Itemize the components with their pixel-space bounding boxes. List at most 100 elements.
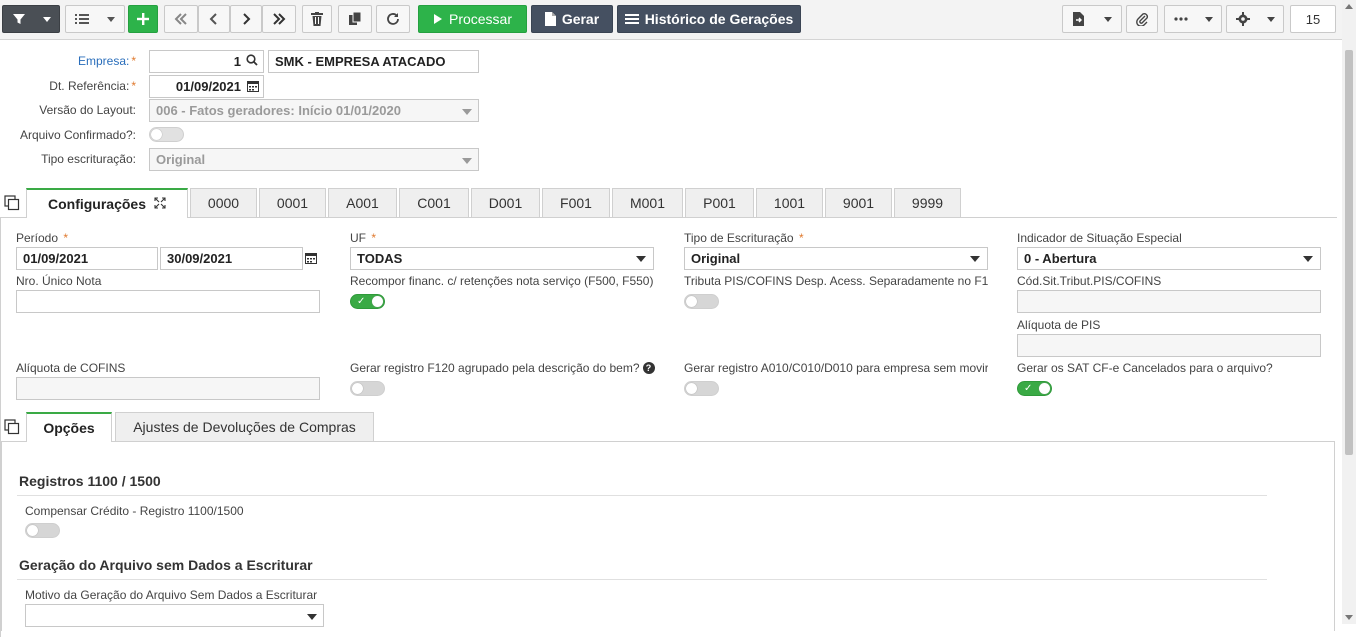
scroll-up-icon[interactable] xyxy=(1345,4,1353,9)
expand-icon[interactable] xyxy=(154,196,166,212)
calendar-icon[interactable] xyxy=(305,252,317,267)
list-icon xyxy=(75,13,89,25)
tab-configuracoes-label: Configurações xyxy=(47,195,146,212)
tab-p001[interactable]: P001 xyxy=(685,188,754,217)
compensar-credito-label: Compensar Crédito - Registro 1100/1500 xyxy=(25,504,244,518)
plus-icon xyxy=(136,12,150,26)
file-icon xyxy=(544,12,556,26)
copy-icon xyxy=(348,12,362,26)
file-export-icon xyxy=(1072,12,1085,26)
list-view-button[interactable] xyxy=(65,5,125,33)
uf-select[interactable]: TODAS xyxy=(350,247,654,270)
tab-9999[interactable]: 9999 xyxy=(894,188,961,217)
aliquota-cofins-label: Alíquota de COFINS xyxy=(16,361,126,375)
tipo-escrituracao-select[interactable]: Original xyxy=(149,148,479,171)
tab-a001[interactable]: A001 xyxy=(328,188,397,217)
periodo-label: Período * xyxy=(16,231,69,245)
toolbar: Processar Gerar Histórico de Gerações 15 xyxy=(0,0,1342,40)
arquivo-confirmado-toggle[interactable] xyxy=(149,127,184,142)
historico-label: Histórico de Gerações xyxy=(644,11,794,27)
check-icon: ✓ xyxy=(357,296,366,307)
gerar-sat-label: Gerar os SAT CF-e Cancelados para o arqu… xyxy=(1017,361,1273,375)
double-chevron-right-icon xyxy=(272,13,286,25)
settings-button[interactable] xyxy=(1226,5,1284,33)
cod-sit-tribut-input[interactable] xyxy=(1017,290,1321,313)
tributa-toggle[interactable] xyxy=(684,294,719,309)
gerar-button[interactable]: Gerar xyxy=(531,5,613,33)
periodo-start-input[interactable]: 01/09/2021 xyxy=(16,247,158,270)
attach-button[interactable] xyxy=(1126,5,1158,33)
gerar-f120-label: Gerar registro F120 agrupado pela descri… xyxy=(350,361,655,375)
ellipsis-icon xyxy=(1173,17,1188,21)
tipo-de-escrituracao-label: Tipo de Escrituração * xyxy=(684,231,804,245)
aliquota-pis-label: Alíquota de PIS xyxy=(1017,318,1101,332)
copy-icon[interactable] xyxy=(4,195,22,213)
tab-9001[interactable]: 9001 xyxy=(825,188,892,217)
chevron-left-icon xyxy=(209,13,219,25)
processar-button[interactable]: Processar xyxy=(418,5,527,33)
recompor-toggle[interactable]: ✓ xyxy=(350,294,385,309)
periodo-end-input[interactable]: 30/09/2021 xyxy=(160,247,303,270)
copy-icon[interactable] xyxy=(4,419,22,437)
tab-m001[interactable]: M001 xyxy=(612,188,683,217)
motivo-geracao-label: Motivo da Geração do Arquivo Sem Dados a… xyxy=(25,588,318,602)
delete-button[interactable] xyxy=(302,5,332,33)
historico-button[interactable]: Histórico de Gerações xyxy=(617,5,801,33)
tab-ajustes-devolucoes[interactable]: Ajustes de Devoluções de Compras xyxy=(115,412,374,441)
gerar-sat-toggle[interactable]: ✓ xyxy=(1017,381,1052,396)
tipo-de-escrituracao-select[interactable]: Original xyxy=(684,247,988,270)
last-record-button[interactable] xyxy=(262,5,296,33)
indicador-situacao-select[interactable]: 0 - Abertura xyxy=(1017,247,1321,270)
aliquota-pis-input[interactable] xyxy=(1017,334,1321,357)
tab-1001[interactable]: 1001 xyxy=(756,188,823,217)
search-icon[interactable] xyxy=(246,54,258,69)
next-record-button[interactable] xyxy=(230,5,262,33)
previous-record-button[interactable] xyxy=(198,5,230,33)
tab-0000[interactable]: 0000 xyxy=(190,188,257,217)
tab-configuracoes[interactable]: Configurações xyxy=(26,188,188,217)
scroll-down-icon[interactable] xyxy=(1345,615,1353,620)
tab-f001[interactable]: F001 xyxy=(542,188,610,217)
chevron-down-icon xyxy=(42,16,51,22)
tab-c001[interactable]: C001 xyxy=(399,188,469,217)
tab-0001[interactable]: 0001 xyxy=(259,188,326,217)
duplicate-button[interactable] xyxy=(338,5,372,33)
arquivo-confirmado-label: Arquivo Confirmado?: xyxy=(19,128,136,142)
divider xyxy=(17,495,1267,496)
refresh-button[interactable] xyxy=(376,5,410,33)
tab-opcoes[interactable]: Opções xyxy=(26,412,112,441)
chevron-right-icon xyxy=(241,13,251,25)
nro-unico-nota-input[interactable] xyxy=(16,290,320,313)
gerar-a010-toggle[interactable] xyxy=(684,381,719,396)
chevron-down-icon xyxy=(1266,16,1275,22)
play-icon xyxy=(433,14,443,24)
vertical-scrollbar[interactable] xyxy=(1342,0,1356,624)
empresa-label[interactable]: Empresa: * xyxy=(78,54,136,68)
calendar-icon[interactable] xyxy=(247,80,259,95)
processar-label: Processar xyxy=(448,11,513,27)
gerar-f120-toggle[interactable] xyxy=(350,381,385,396)
tab-d001[interactable]: D001 xyxy=(471,188,540,217)
export-button[interactable] xyxy=(1062,5,1122,33)
registros-1100-title: Registros 1100 / 1500 xyxy=(19,473,161,489)
uf-label: UF * xyxy=(350,231,377,245)
gear-icon xyxy=(1235,12,1250,26)
first-record-button[interactable] xyxy=(164,5,198,33)
versao-layout-label: Versão do Layout: xyxy=(39,103,136,117)
page-count[interactable]: 15 xyxy=(1290,5,1336,33)
active-tab-gap xyxy=(27,216,187,218)
help-icon[interactable]: ? xyxy=(642,362,655,374)
menu-lines-icon xyxy=(624,13,639,25)
scrollbar-thumb[interactable] xyxy=(1345,50,1353,455)
aliquota-cofins-input[interactable] xyxy=(16,377,320,400)
add-button[interactable] xyxy=(128,5,158,33)
double-chevron-left-icon xyxy=(174,13,188,25)
chevron-down-icon xyxy=(1303,256,1313,262)
filter-button[interactable] xyxy=(2,5,60,33)
more-button[interactable] xyxy=(1164,5,1222,33)
chevron-down-icon xyxy=(462,109,472,115)
versao-layout-select[interactable]: 006 - Fatos geradores: Início 01/01/2020 xyxy=(149,99,479,122)
compensar-credito-toggle[interactable] xyxy=(25,523,60,538)
dt-referencia-label: Dt. Referência: * xyxy=(49,79,136,93)
divider xyxy=(17,579,1267,580)
